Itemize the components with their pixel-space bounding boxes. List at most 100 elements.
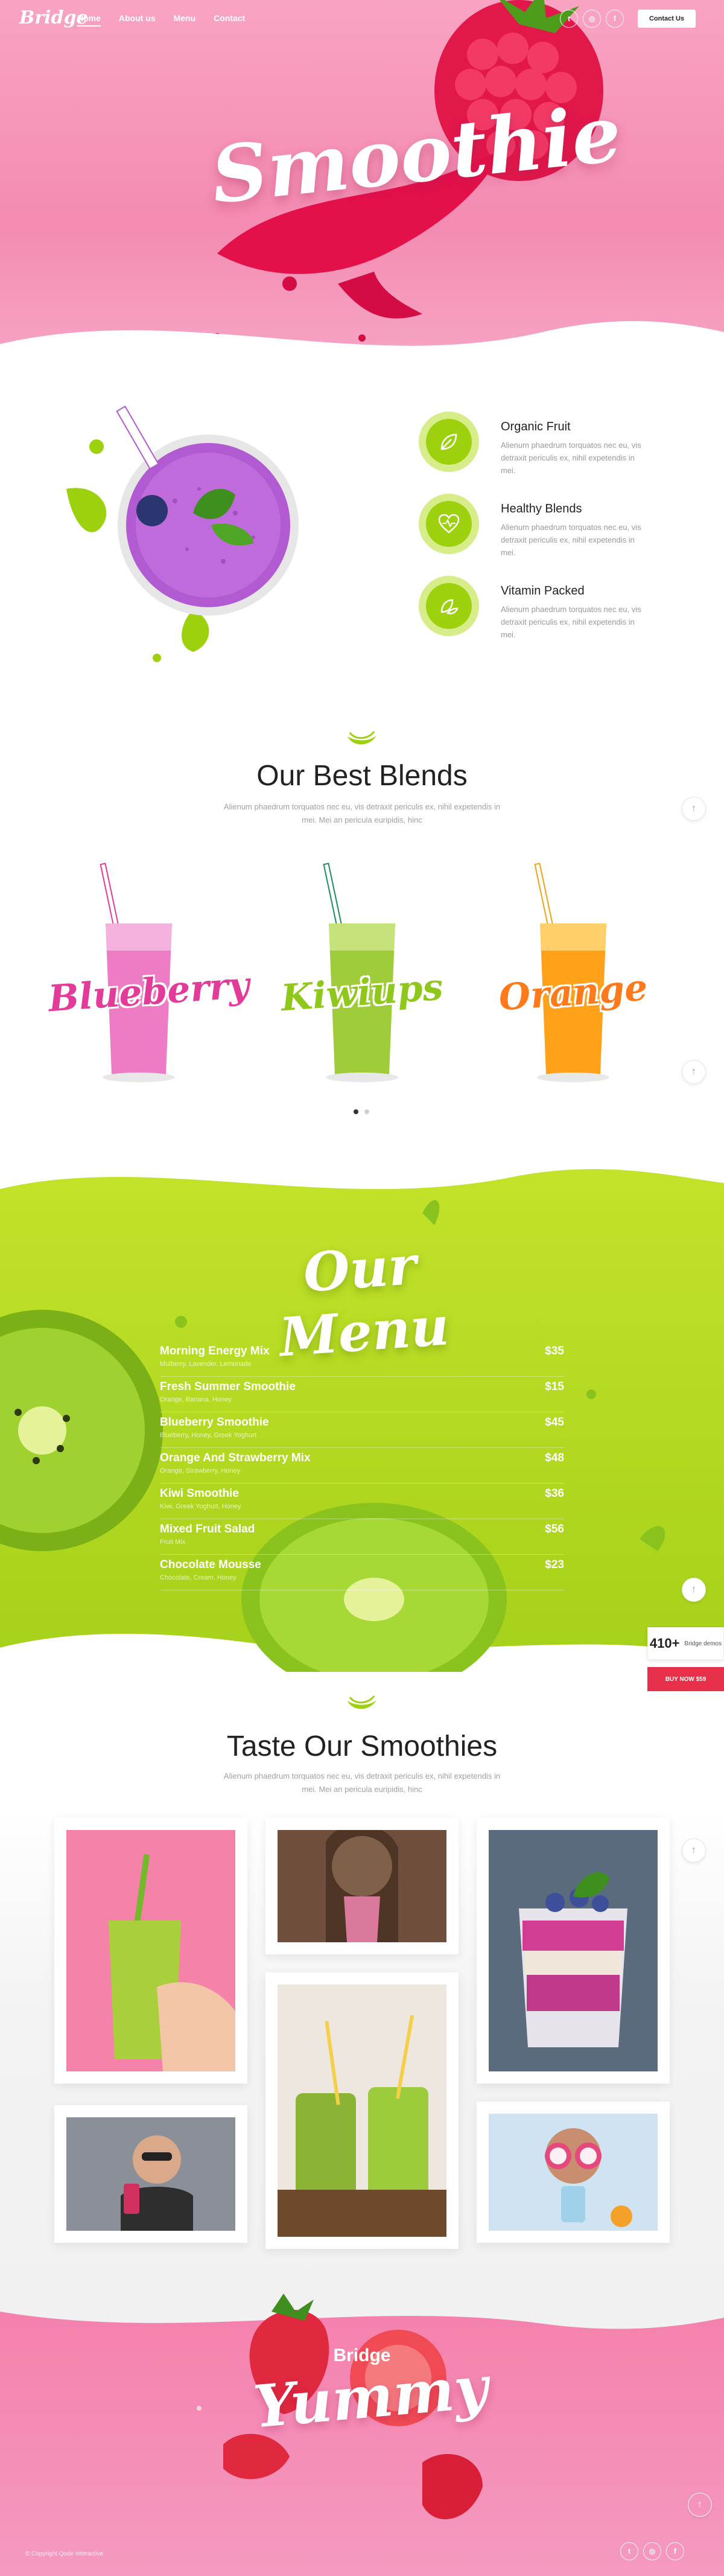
menu-item-name: Morning Energy Mix	[160, 1345, 270, 1357]
carousel-dot-1[interactable]	[354, 1109, 358, 1114]
menu-item: Chocolate Mousse Chocolate, Cream, Honey…	[160, 1555, 564, 1590]
kiwi-jars-photo	[278, 2015, 446, 2237]
menu-item-name: Kiwi Smoothie	[160, 1487, 239, 1500]
nav-home-link[interactable]: Home	[77, 13, 101, 27]
copyright-text: © Copyright Qode Interactive	[25, 2551, 104, 2557]
nav-about-link[interactable]: About us	[119, 13, 156, 27]
instagram-icon[interactable]: ◎	[583, 10, 601, 28]
photo	[489, 2114, 658, 2231]
feature-healthy-blends: Healthy Blends Alienum phaedrum torquato…	[419, 494, 672, 557]
feature-icon-ring	[419, 412, 479, 472]
gallery-photo-woman-drinking[interactable]	[265, 1818, 459, 1954]
banana-icon	[348, 731, 376, 745]
top-navigation: Bridge Home About us Menu Contact t ◎ f …	[0, 0, 724, 39]
nav-menu-link[interactable]: Menu	[174, 13, 196, 27]
gallery-photo-dragon-fruit[interactable]	[477, 2102, 670, 2243]
photo	[278, 1985, 446, 2237]
menu-item-name: Chocolate Mousse	[160, 1558, 261, 1571]
feature-text: Alienum phaedrum torquatos nec eu, vis d…	[501, 441, 641, 475]
back-to-top-button[interactable]: ↑	[682, 1578, 706, 1602]
menu-item-name: Fresh Summer Smoothie	[160, 1380, 296, 1393]
twitter-icon[interactable]: t	[620, 2542, 638, 2560]
facebook-icon[interactable]: f	[606, 10, 624, 28]
leaves-icon	[426, 583, 472, 629]
menu-item-price: $45	[545, 1416, 564, 1429]
menu-item: Fresh Summer Smoothie Orange, Banana, Ho…	[160, 1377, 564, 1412]
menu-item-name: Blueberry Smoothie	[160, 1416, 269, 1429]
nav-contact-link[interactable]: Contact	[214, 13, 245, 27]
gallery-photo-woman-sunglasses[interactable]	[54, 2105, 247, 2243]
back-to-top-button[interactable]: ↑	[682, 797, 706, 821]
photo	[66, 2117, 235, 2231]
menu-item-price: $35	[545, 1345, 564, 1357]
gallery-photo-green-smoothie[interactable]	[54, 1818, 247, 2083]
menu-item-name: Orange And Strawberry Mix	[160, 1452, 311, 1464]
back-to-top-button[interactable]: ↑	[688, 2493, 712, 2517]
menu-item-desc: Orange, Strawberry, Honey	[160, 1467, 241, 1475]
blends-subtitle: Alienum phaedrum torquatos nec eu, vis d…	[223, 802, 501, 825]
gallery-photo-kiwi-jars[interactable]	[265, 1972, 459, 2249]
feature-title: Healthy Blends	[501, 502, 582, 515]
feature-icon-ring	[419, 494, 479, 554]
demos-badge[interactable]: 410+ Bridge demos	[647, 1627, 724, 1660]
menu-item-desc: Kiwi, Greek Yoghurt, Honey	[160, 1503, 241, 1510]
feature-vitamin-packed: Vitamin Packed Alienum phaedrum torquato…	[419, 576, 672, 639]
blend-card-kiwiups[interactable]: Kiwiups	[272, 845, 453, 1098]
hero-wave-divider	[0, 320, 724, 374]
gallery-subtitle: Alienum phaedrum torquatos nec eu, vis d…	[223, 1771, 501, 1794]
menu-item-desc: Orange, Banana, Honey	[160, 1396, 232, 1403]
menu-item: Kiwi Smoothie Kiwi, Greek Yoghurt, Honey…	[160, 1484, 564, 1519]
menu-item-price: $15	[545, 1380, 564, 1393]
blend-card-orange[interactable]: Orange	[483, 845, 664, 1098]
back-to-top-button[interactable]: ↑	[682, 1838, 706, 1863]
demos-count: 410+	[649, 1636, 680, 1651]
photo	[278, 1830, 446, 1942]
gallery-title: Taste Our Smoothies	[226, 1730, 498, 1762]
demos-label: Bridge demos	[684, 1640, 722, 1647]
heart-pulse-icon	[426, 501, 472, 547]
menu-item-name: Mixed Fruit Salad	[160, 1523, 255, 1535]
menu-item: Morning Energy Mix Mulberry, Lavender, L…	[160, 1341, 564, 1377]
menu-item: Orange And Strawberry Mix Orange, Strawb…	[160, 1448, 564, 1484]
dragon-fruit-photo	[545, 2128, 632, 2227]
carousel-pagination	[354, 1109, 369, 1114]
berry-parfait-photo	[519, 1872, 627, 2047]
menu-list: Morning Energy Mix Mulberry, Lavender, L…	[160, 1341, 564, 1590]
menu-item-desc: Fruit Mix	[160, 1538, 186, 1546]
woman-drinking-photo	[326, 1830, 398, 1942]
contact-us-button[interactable]: Contact Us	[638, 10, 696, 28]
feature-title: Organic Fruit	[501, 420, 571, 433]
menu-item: Mixed Fruit Salad Fruit Mix $56	[160, 1519, 564, 1555]
facebook-icon[interactable]: f	[666, 2542, 684, 2560]
menu-item-price: $56	[545, 1523, 564, 1535]
back-to-top-button[interactable]: ↑	[682, 1060, 706, 1084]
banana-icon	[348, 1695, 376, 1709]
blend-card-blueberry[interactable]: Blueberry	[47, 845, 251, 1098]
photo	[489, 1830, 658, 2071]
hero-section: Bridge Home About us Menu Contact t ◎ f …	[0, 0, 724, 374]
feature-title: Vitamin Packed	[501, 584, 585, 598]
footer-social-links: t ◎ f	[620, 2542, 684, 2560]
smoothie-bowl-image	[66, 406, 299, 662]
green-smoothie-photo	[109, 1854, 235, 2071]
buy-now-button[interactable]: BUY NOW $59	[647, 1667, 724, 1691]
woman-sunglasses-photo	[121, 2135, 193, 2231]
feature-text: Alienum phaedrum torquatos nec eu, vis d…	[501, 523, 641, 557]
menu-item-price: $48	[545, 1452, 564, 1464]
blends-title: Our Best Blends	[256, 760, 468, 792]
photo	[66, 1830, 235, 2071]
menu-item-price: $23	[545, 1558, 564, 1571]
menu-item-desc: Chocolate, Cream, Honey	[160, 1574, 237, 1581]
leaf-icon	[426, 419, 472, 465]
twitter-icon[interactable]: t	[560, 10, 578, 28]
feature-text: Alienum phaedrum torquatos nec eu, vis d…	[501, 605, 641, 639]
gallery-photo-berry-parfait[interactable]	[477, 1818, 670, 2083]
menu-item-desc: Blueberry, Honey, Greek Yoghurt	[160, 1432, 256, 1439]
menu-item-desc: Mulberry, Lavender, Lemonade	[160, 1360, 252, 1368]
feature-icon-ring	[419, 576, 479, 636]
instagram-icon[interactable]: ◎	[643, 2542, 661, 2560]
feature-organic-fruit: Organic Fruit Alienum phaedrum torquatos…	[419, 412, 672, 475]
carousel-dot-2[interactable]	[364, 1109, 369, 1114]
header-social-links: t ◎ f	[560, 10, 624, 28]
nav-links: Home About us Menu Contact	[77, 13, 245, 27]
